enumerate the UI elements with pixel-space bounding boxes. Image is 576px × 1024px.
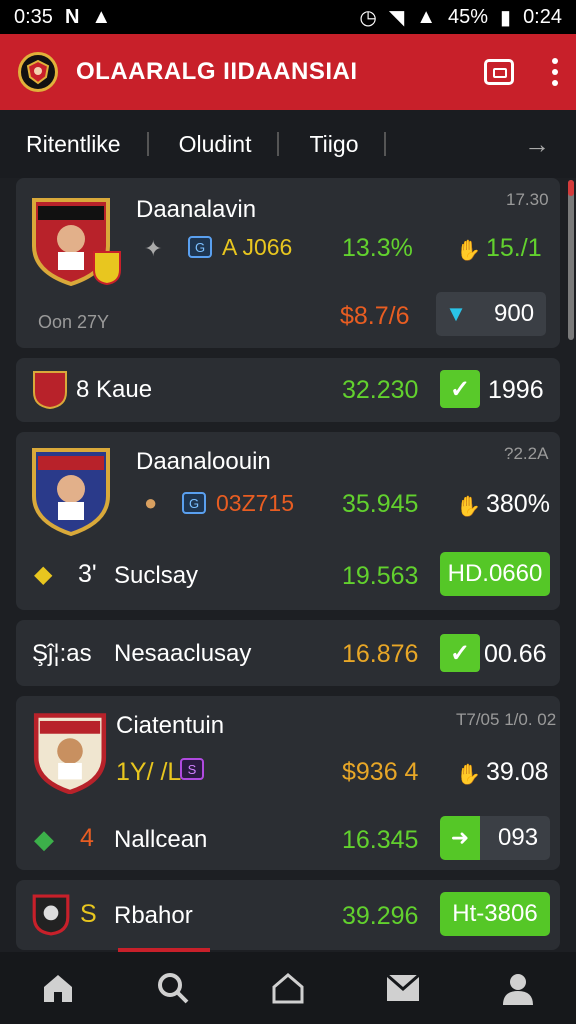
odds-value: 13.3% — [342, 234, 413, 262]
app-logo — [18, 52, 58, 92]
cast-icon[interactable] — [484, 59, 514, 85]
gem-icon: ◆ — [34, 561, 53, 588]
scrollbar-top — [568, 180, 574, 196]
chevron-right-icon[interactable]: → — [524, 129, 550, 160]
team-name: Daanaloouin — [136, 448, 271, 475]
arrow-down-icon: ▼ — [445, 301, 467, 326]
signal-icon: ▲ — [416, 5, 437, 28]
team-name: Daanalavin — [136, 196, 257, 223]
wifi-icon: ◥ — [388, 6, 405, 29]
app-notification-icon: ▲ — [91, 5, 112, 28]
row-prefix: Şĵ¦:as — [32, 640, 92, 667]
result-box[interactable]: ▼ 900 — [436, 292, 546, 336]
stats-badge-icon: S — [180, 758, 204, 780]
match-card[interactable]: Daanaloouin ?2.2A ● G 03Z715 35.945 ✋ 38… — [16, 432, 560, 610]
arrow-right-icon: ➜ — [440, 816, 480, 860]
status-time-right: 0:24 — [523, 5, 562, 28]
row-prefix: S — [80, 900, 97, 928]
app-bar: OLAARALG IIDAANSIAI — [0, 34, 576, 110]
notification-icon: N — [64, 5, 80, 28]
team-name: Ciatentuin — [116, 712, 225, 739]
check-icon[interactable]: ✓ — [440, 370, 480, 408]
result-value: 00.66 — [484, 640, 547, 668]
stats-badge-icon: G — [182, 492, 206, 514]
sub-team-name: Nallcean — [114, 826, 208, 853]
match-meta: Oon 27Y — [38, 312, 110, 332]
thumb-icon[interactable]: ✋ — [456, 238, 481, 263]
odds-value: 35.945 — [342, 490, 419, 518]
odds-value: 32.230 — [342, 376, 419, 404]
result-value: 1996 — [488, 376, 544, 404]
team-name: Nesaaclusay — [114, 640, 252, 667]
price-value: $8.7/6 — [340, 302, 410, 330]
tab-ritentlike[interactable]: Ritentlike — [26, 132, 149, 156]
bottom-nav — [0, 952, 576, 1024]
status-time-left: 0:35 — [14, 5, 53, 28]
app-title: OLAARALG IIDAANSIAI — [76, 58, 358, 85]
result-value: 900 — [494, 300, 535, 327]
gem-icon: ◆ — [34, 824, 54, 854]
match-row[interactable]: Şĵ¦:as Nesaaclusay 16.876 ✓ 00.66 — [16, 620, 560, 686]
thumb-icon[interactable]: ✋ — [456, 762, 481, 787]
odds-value-2: 15./1 — [486, 234, 542, 262]
status-bar: 0:35 N ▲ ◷ ◥ ▲ 45% ▮ 0:24 — [0, 0, 576, 34]
mail-icon[interactable] — [383, 968, 423, 1008]
odds-value: 16.876 — [342, 640, 419, 668]
eagle-icon: ✦ — [144, 236, 163, 261]
kebab-icon[interactable] — [552, 58, 558, 86]
team-name: Rbahor — [114, 902, 193, 929]
match-time: T7/05 1/0. 02 — [456, 710, 557, 729]
match-code: 1Y/ /L — [116, 758, 182, 786]
profile-icon[interactable] — [498, 968, 538, 1008]
house-icon[interactable] — [268, 968, 308, 1008]
match-card[interactable]: Ciatentuin T7/05 1/0. 02 1Y/ /L S $936 4… — [16, 696, 560, 870]
sub-odds-value: 19.563 — [342, 562, 419, 590]
result-box[interactable]: ➜ 093 — [440, 816, 550, 860]
thumb-icon[interactable]: ✋ — [456, 494, 481, 519]
match-row[interactable]: 8 Kaue 32.230 ✓ 1996 — [16, 358, 560, 422]
odds-value-2: 380% — [486, 490, 550, 518]
match-list: Daanalavin 17.30 ✦ G A J066 13.3% ✋ 15./… — [16, 178, 560, 950]
check-icon[interactable]: ✓ — [440, 634, 480, 672]
scrollbar[interactable] — [568, 180, 574, 340]
sub-team-name: Suclsay — [114, 562, 199, 589]
price-value: $936 4 — [342, 758, 419, 786]
match-time: ?2.2A — [504, 444, 549, 463]
tab-oludint[interactable]: Oludint — [179, 132, 280, 156]
result-value: 093 — [498, 824, 539, 851]
match-code: A J066 — [222, 234, 293, 260]
home-icon[interactable] — [38, 968, 78, 1008]
search-icon[interactable] — [153, 968, 193, 1008]
battery-icon: ▮ — [500, 6, 512, 29]
sub-prefix: 4 — [80, 824, 94, 852]
team-crest-icon — [32, 894, 70, 936]
small-crest-icon — [92, 250, 122, 286]
sub-odds-value: 16.345 — [342, 826, 419, 854]
result-pill[interactable]: Ht-3806 — [440, 892, 550, 936]
team-crest-icon — [30, 444, 112, 537]
match-card[interactable]: Daanalavin 17.30 ✦ G A J066 13.3% ✋ 15./… — [16, 178, 560, 348]
team-crest-icon — [32, 710, 108, 795]
ball-icon: ● — [144, 490, 158, 515]
odds-value-2: 39.08 — [486, 758, 549, 786]
match-time: 17.30 — [506, 190, 549, 209]
tab-bar: Ritentlike Oludint Tiigo → — [0, 110, 576, 178]
odds-value: 39.296 — [342, 902, 419, 930]
alarm-icon: ◷ — [359, 6, 377, 29]
team-name: 8 Kaue — [76, 376, 153, 403]
result-pill[interactable]: HD.0660 — [440, 552, 550, 596]
sub-prefix: 3' — [78, 560, 97, 588]
tab-tiigo[interactable]: Tiigo — [309, 132, 387, 156]
stats-badge-icon: G — [188, 236, 212, 258]
team-crest-icon — [32, 370, 68, 410]
battery-percent: 45% — [448, 5, 489, 28]
match-row[interactable]: S Rbahor 39.296 Ht-3806 — [16, 880, 560, 950]
match-code: 03Z715 — [216, 490, 295, 516]
